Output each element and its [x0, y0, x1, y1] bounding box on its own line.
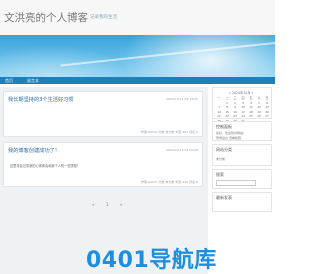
post-item: 我的博客创建成功了！ 2024-10-17 03:00:06 这里将会记录我的心… — [3, 142, 203, 187]
watermark-logo: 0401导航库 — [86, 240, 275, 274]
post-meta: 作者:admin 分类:未分类 浏览:221 评论:0 — [141, 130, 198, 134]
pager-prev[interactable]: « — [92, 202, 94, 207]
welcome-text: 您好，欢迎到访网站！ — [216, 131, 247, 135]
widget-title: 网站分类 — [216, 147, 232, 152]
category-item[interactable]: 未分类 — [216, 157, 225, 161]
post-excerpt: 这里将会记录我的心得体会和我个人的一些感想！ — [10, 164, 81, 168]
widget-title: 控制面板 — [216, 124, 232, 129]
control-panel-widget: 控制面板 您好，欢迎到访网站！ 登录后台 查看权限 — [212, 121, 272, 141]
post-date: 2024-10-17 03:13:20 — [166, 97, 198, 101]
site-title[interactable]: 文洪亮的个人博客 — [4, 10, 88, 25]
main-nav: 首页 留言本 — [0, 77, 275, 84]
post-date: 2024-10-17 03:00:06 — [166, 148, 198, 152]
admin-links[interactable]: 登录后台 查看权限 — [216, 136, 241, 140]
pagination: « 1 » — [90, 202, 130, 210]
site-description: 记录我的生活 — [90, 15, 117, 20]
header-banner — [0, 35, 275, 77]
pager-next[interactable]: » — [120, 202, 122, 207]
widget-title: 最新发表 — [216, 195, 232, 200]
pager-current[interactable]: 1 — [106, 202, 109, 207]
calendar-widget: « 2024年10月 » 一二三四五六日 1 2 3 4 5 6 7 8 9 10 11 12 13 14 1… — [212, 87, 272, 123]
categories-widget: 网站分类 未分类 — [212, 144, 272, 166]
calendar-title[interactable]: « 2024年10月 » — [229, 90, 253, 95]
recent-posts-widget: 最新发表 — [212, 192, 272, 212]
nav-item-guestbook[interactable]: 留言本 — [27, 78, 39, 84]
calendar-grid: 一二三四五六日 1 2 3 4 5 6 7 8 9 10 11 12 13 14 15 16 17 18 19 20 21… — [215, 96, 271, 124]
widget-title: 搜索 — [216, 172, 224, 177]
post-title[interactable]: 我的博客创建成功了！ — [8, 147, 60, 154]
post-item: 我长期坚持的3个生活好习惯 2024-10-17 03:13:20 作者:adm… — [3, 91, 203, 137]
search-widget: 搜索 — [212, 169, 272, 189]
post-meta: 作者:admin 分类:未分类 浏览:210 评论:0 — [141, 180, 198, 184]
watermark-text: 0401导航库 — [86, 248, 217, 273]
post-title[interactable]: 我长期坚持的3个生活好习惯 — [8, 96, 74, 103]
search-input[interactable] — [216, 180, 256, 186]
nav-item-home[interactable]: 首页 — [5, 78, 13, 84]
